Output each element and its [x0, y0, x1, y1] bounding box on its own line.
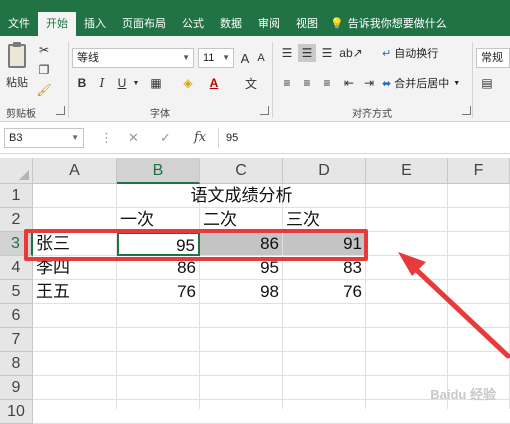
column-header-f[interactable]: F — [448, 158, 510, 184]
sheet-title-cell[interactable]: 语文成绩分析 — [117, 184, 366, 208]
align-right-icon[interactable]: ≡ — [318, 74, 336, 92]
fill-color-icon[interactable]: ◈ — [178, 74, 198, 92]
font-name-select[interactable]: 等线 ▼ — [72, 48, 194, 68]
clipboard-launcher-icon[interactable] — [56, 106, 65, 115]
decrease-indent-icon[interactable]: ⇤ — [340, 74, 358, 92]
merge-center-button[interactable]: ⬌ 合并后居中 ▼ — [382, 74, 460, 92]
orientation-icon[interactable]: ab↗ — [339, 44, 362, 62]
font-group-label: 字体 — [150, 109, 170, 120]
insert-function-button[interactable]: fx — [194, 128, 206, 148]
score-cell[interactable]: 98 — [200, 280, 283, 304]
align-bottom-icon[interactable]: ☰ — [318, 44, 336, 62]
tab-data[interactable]: 数据 — [212, 12, 250, 36]
column-header-e[interactable]: E — [366, 158, 448, 184]
number-format-value: 常规 — [481, 52, 503, 64]
row-header-10[interactable]: 10 — [0, 400, 33, 424]
enter-icon[interactable]: ✓ — [160, 128, 171, 148]
formula-divider — [218, 128, 219, 148]
column-header-a[interactable]: A — [33, 158, 117, 184]
tab-file[interactable]: 文件 — [0, 12, 38, 36]
ribbon-tabs: 文件 开始 插入 页面布局 公式 数据 审阅 视图 💡 告诉我你想要做什么 — [0, 12, 510, 36]
tab-insert[interactable]: 插入 — [76, 12, 114, 36]
worksheet-grid: A B C D E F 1 2 3 4 5 6 7 8 9 10 语文成绩分析 … — [0, 158, 510, 424]
row-header-6[interactable]: 6 — [0, 304, 33, 328]
alignment-group-label: 对齐方式 — [352, 109, 392, 120]
align-middle-icon[interactable]: ☰ — [298, 44, 316, 62]
tab-review[interactable]: 审阅 — [250, 12, 288, 36]
clipboard-icon — [8, 42, 26, 68]
row-header-7[interactable]: 7 — [0, 328, 33, 352]
row-header-9[interactable]: 9 — [0, 376, 33, 400]
name-box-value: B3 — [9, 132, 23, 144]
group-divider — [272, 42, 273, 118]
column-header-d[interactable]: D — [283, 158, 366, 184]
wrap-text-icon: ↵ — [382, 47, 392, 60]
align-center-icon[interactable]: ≡ — [298, 74, 316, 92]
merge-icon: ⬌ — [382, 77, 392, 90]
paste-label: 粘贴 — [6, 77, 28, 89]
tab-view[interactable]: 视图 — [288, 12, 326, 36]
chevron-down-icon[interactable]: ▼ — [132, 74, 140, 92]
name-box[interactable]: B3 ▼ — [4, 128, 84, 148]
font-size-value: 11 — [203, 52, 215, 64]
row-header-8[interactable]: 8 — [0, 352, 33, 376]
chevron-down-icon: ▼ — [453, 79, 461, 87]
title-bar: 文件 开始 插入 页面布局 公式 数据 审阅 视图 💡 告诉我你想要做什么 — [0, 0, 510, 36]
group-divider — [68, 42, 69, 118]
formula-bar: B3 ▼ ⋮ ✕ ✓ fx 95 — [0, 122, 510, 154]
font-color-icon[interactable]: A — [204, 74, 224, 92]
more-icon: ⋮ — [100, 130, 113, 145]
increase-indent-icon[interactable]: ⇥ — [360, 74, 378, 92]
score-cell[interactable]: 76 — [117, 280, 200, 304]
copy-icon[interactable]: ❐ — [36, 62, 52, 78]
align-top-icon[interactable]: ☰ — [278, 44, 296, 62]
font-size-select[interactable]: 11 ▼ — [198, 48, 234, 68]
cut-icon[interactable]: ✂ — [36, 42, 52, 58]
chevron-down-icon: ▼ — [222, 53, 230, 62]
highlight-annotation-box — [24, 229, 368, 261]
clipboard-group-label: 剪贴板 — [6, 109, 36, 120]
lightbulb-icon: 💡 — [330, 18, 344, 30]
row-header-5[interactable]: 5 — [0, 280, 33, 304]
borders-icon[interactable]: ▦ — [146, 74, 166, 92]
increase-font-icon[interactable]: A — [238, 48, 252, 68]
number-format-select[interactable]: 常规 — [476, 48, 510, 68]
phonetic-guide-icon[interactable]: 文 — [242, 74, 260, 92]
italic-button[interactable]: I — [94, 74, 110, 92]
chevron-down-icon: ▼ — [71, 133, 79, 142]
row-header-1[interactable]: 1 — [0, 184, 33, 208]
cancel-icon[interactable]: ✕ — [128, 128, 139, 148]
column-header-b[interactable]: B — [117, 158, 200, 184]
group-divider — [472, 42, 473, 118]
bold-button[interactable]: B — [74, 74, 90, 92]
accounting-format-icon[interactable]: ▤ — [478, 74, 496, 92]
underline-button[interactable]: U — [114, 74, 130, 92]
wrap-text-button[interactable]: ↵ 自动换行 — [382, 44, 438, 62]
tab-page-layout[interactable]: 页面布局 — [114, 12, 174, 36]
font-name-value: 等线 — [77, 52, 99, 64]
ribbon: 粘贴 ✂ ❐ 🖌 剪贴板 等线 ▼ 11 ▼ A A B I U ▼ ▦ ◈ A… — [0, 36, 510, 122]
score-cell[interactable]: 76 — [283, 280, 366, 304]
align-left-icon[interactable]: ≡ — [278, 74, 296, 92]
merge-center-label: 合并后居中 — [394, 78, 450, 90]
tab-formulas[interactable]: 公式 — [174, 12, 212, 36]
format-painter-icon[interactable]: 🖌 — [36, 82, 52, 98]
grid-horizontal-line — [33, 375, 510, 376]
formula-input[interactable]: 95 — [226, 128, 506, 148]
font-launcher-icon[interactable] — [260, 106, 269, 115]
select-all-button[interactable] — [0, 158, 33, 184]
chevron-down-icon: ▼ — [182, 53, 190, 62]
decrease-font-icon[interactable]: A — [254, 48, 268, 68]
watermark: Baidu 经验 — [430, 387, 496, 402]
name-cell[interactable]: 王五 — [33, 280, 117, 304]
column-header-c[interactable]: C — [200, 158, 283, 184]
tell-me-text: 告诉我你想要做什么 — [347, 18, 447, 30]
alignment-launcher-icon[interactable] — [462, 106, 471, 115]
grid-horizontal-line — [33, 327, 510, 328]
tab-home[interactable]: 开始 — [38, 12, 76, 36]
grid-horizontal-line — [33, 351, 510, 352]
tell-me-search[interactable]: 💡 告诉我你想要做什么 — [330, 12, 447, 36]
wrap-text-label: 自动换行 — [394, 48, 439, 60]
